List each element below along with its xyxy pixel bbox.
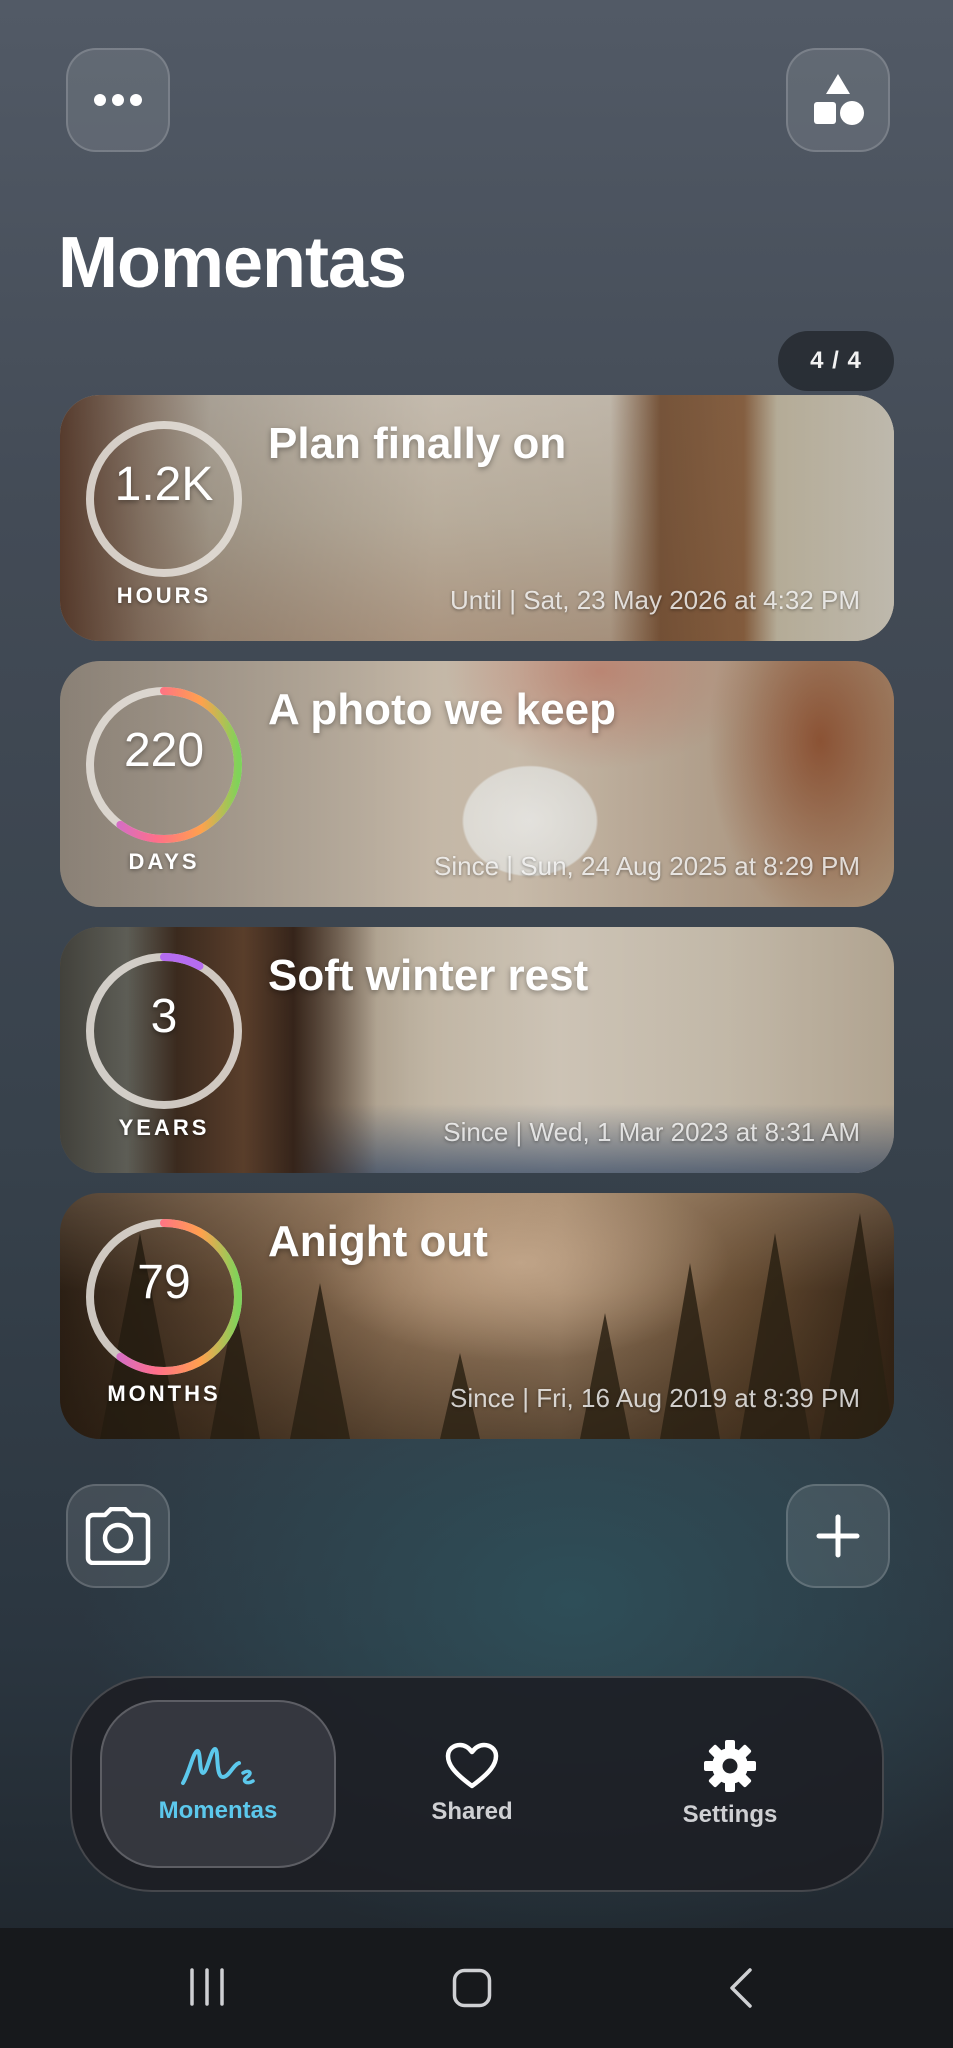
page-title: Momentas	[58, 223, 407, 303]
gear-icon	[704, 1740, 756, 1792]
counter-unit: YEARS	[118, 1115, 210, 1140]
bottom-navigation: Momentas Shared Settings	[70, 1676, 884, 1892]
back-icon[interactable]	[728, 1968, 754, 2008]
add-button[interactable]	[786, 1484, 890, 1588]
nav-label-settings: Settings	[682, 1801, 778, 1828]
card-title: Soft winter rest	[268, 951, 589, 1000]
counter-value: 79	[137, 1256, 191, 1309]
counter-value: 1.2K	[114, 458, 214, 511]
card-date: Until | Sat, 23 May 2026 at 4:32 PM	[450, 585, 860, 615]
recent-apps-icon[interactable]	[188, 1968, 226, 2006]
card-title: A photo we keep	[268, 685, 616, 734]
card-date: Since | Fri, 16 Aug 2019 at 8:39 PM	[450, 1383, 860, 1413]
nav-label-shared: Shared	[431, 1798, 513, 1825]
moment-card[interactable]: 1.2K HOURS Plan finally on Until | Sat, …	[60, 395, 894, 641]
heart-icon	[445, 1742, 499, 1789]
camera-icon	[85, 1507, 151, 1565]
card-date: Since | Wed, 1 Mar 2023 at 8:31 AM	[443, 1117, 860, 1147]
system-navigation-bar	[0, 1928, 953, 2048]
counter-value: 3	[150, 990, 178, 1043]
more-options-button[interactable]	[66, 48, 170, 152]
counter-unit: DAYS	[128, 849, 200, 874]
camera-button[interactable]	[66, 1484, 170, 1588]
home-icon[interactable]	[452, 1968, 492, 2008]
counter-unit: HOURS	[116, 583, 212, 608]
moment-card[interactable]: 3 YEARS Soft winter rest Since | Wed, 1 …	[60, 927, 894, 1173]
nav-item-shared[interactable]: Shared	[372, 1700, 572, 1868]
momentas-logo-icon	[181, 1746, 255, 1785]
nav-label-momentas: Momentas	[158, 1797, 278, 1824]
plus-icon	[816, 1514, 860, 1558]
shapes-icon	[814, 74, 864, 125]
moment-card[interactable]: 79 MONTHS Anight out Since | Fri, 16 Aug…	[60, 1193, 894, 1439]
nav-item-settings[interactable]: Settings	[630, 1700, 830, 1868]
moment-card[interactable]: 220 DAYS A photo we keep Since | Sun, 24…	[60, 661, 894, 907]
card-counter: 4 / 4	[778, 331, 894, 391]
card-title: Plan finally on	[268, 419, 567, 468]
counter-value: 220	[123, 724, 205, 777]
card-title: Anight out	[268, 1217, 488, 1266]
counter-unit: MONTHS	[107, 1381, 221, 1406]
shapes-button[interactable]	[786, 48, 890, 152]
nav-item-momentas[interactable]: Momentas	[100, 1700, 336, 1868]
card-date: Since | Sun, 24 Aug 2025 at 8:29 PM	[434, 851, 860, 881]
more-horizontal-icon	[94, 94, 142, 106]
